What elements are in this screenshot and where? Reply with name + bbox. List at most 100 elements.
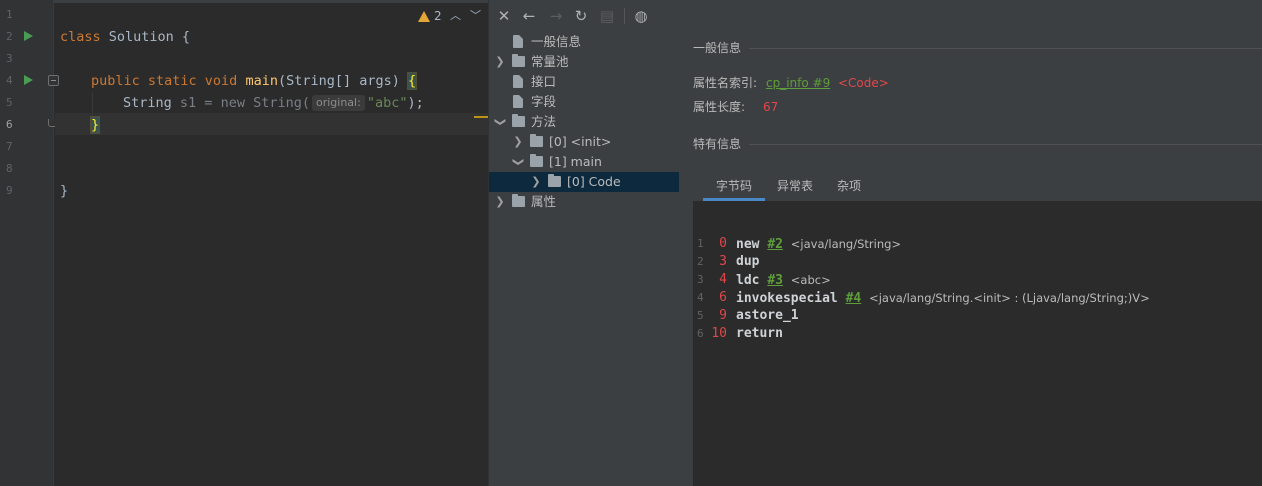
- opcode: ldc: [736, 273, 760, 288]
- attr-name-value: <Code>: [838, 76, 889, 90]
- attr-name-label: 属性名索引:: [693, 76, 758, 90]
- line-number: 6: [6, 118, 13, 131]
- run-class-icon[interactable]: [24, 31, 33, 41]
- chevron-right-icon[interactable]: ❯: [494, 52, 506, 72]
- matched-brace: }: [89, 116, 101, 134]
- line-number: 2: [6, 30, 13, 43]
- tree-item-methods[interactable]: ❯ 方法: [489, 112, 679, 132]
- section-divider: [749, 48, 1262, 49]
- bytecode-line-number: 3: [697, 273, 704, 286]
- chevron-down-icon[interactable]: ❯: [490, 116, 510, 128]
- bytecode-listing[interactable]: 1 0 new #2 <java/lang/String> 2 3 dup 3 …: [693, 201, 1262, 486]
- opcode: dup: [736, 254, 760, 269]
- constant-ref-link[interactable]: #3: [767, 273, 783, 288]
- close-icon[interactable]: ✕: [495, 7, 513, 25]
- code-line-6[interactable]: }: [89, 114, 101, 136]
- file-icon: [513, 35, 523, 48]
- file-icon: [513, 75, 523, 88]
- indent-guide: [92, 92, 93, 114]
- bytecode-instruction: dup: [736, 253, 759, 271]
- tree-item-general[interactable]: 一般信息: [489, 32, 679, 52]
- tree-item-method-init[interactable]: ❯ [0] <init>: [489, 132, 679, 152]
- tree-item-fields[interactable]: 字段: [489, 92, 679, 112]
- refresh-icon[interactable]: ↻: [572, 7, 590, 25]
- chevron-right-icon[interactable]: ❯: [494, 192, 506, 212]
- chevron-up-icon[interactable]: ︿: [450, 8, 461, 24]
- chevron-right-icon[interactable]: ❯: [530, 172, 542, 192]
- tree-item-attributes[interactable]: ❯ 属性: [489, 192, 679, 212]
- bytecode-line-number: 2: [697, 255, 704, 268]
- class-structure-tree: 一般信息 ❯ 常量池 接口 字段 ❯ 方法 ❯ [0] <init> ❯ [1]…: [489, 32, 679, 486]
- code-line-2[interactable]: class Solution {: [60, 26, 190, 48]
- warning-count: 2: [434, 9, 442, 23]
- tree-item-label: 字段: [531, 94, 557, 109]
- save-icon[interactable]: ▤: [598, 7, 616, 25]
- code-line-9[interactable]: }: [60, 180, 68, 202]
- fold-open-icon[interactable]: [48, 75, 59, 86]
- line-number: 3: [6, 52, 13, 65]
- operand-comment: <java/lang/String.<init> : (Ljava/lang/S…: [869, 291, 1150, 305]
- tree-item-label: [0] Code: [567, 174, 621, 189]
- keyword: class: [60, 29, 101, 45]
- tree-item-method-main[interactable]: ❯ [1] main: [489, 152, 679, 172]
- code-editor[interactable]: 1 2 3 4 5 6 7 8 9 class Solution { publi…: [0, 0, 488, 486]
- bytecode-instruction: return: [736, 325, 783, 343]
- method-name: main: [245, 73, 278, 89]
- operand-comment: <abc>: [790, 273, 831, 287]
- tree-item-label: 一般信息: [531, 34, 582, 49]
- arrow-right-icon[interactable]: →: [547, 7, 565, 25]
- tree-item-code[interactable]: ❯ [0] Code: [489, 172, 679, 192]
- file-icon: [513, 95, 523, 108]
- code-line-4[interactable]: public static void main(String[] args) {: [91, 70, 418, 92]
- opcode: return: [736, 326, 783, 341]
- folder-icon: [530, 134, 543, 147]
- arrow-left-icon[interactable]: ←: [520, 7, 538, 25]
- bytecode-instruction: new #2 <java/lang/String>: [736, 235, 901, 254]
- constant-ref-link[interactable]: #2: [767, 237, 783, 252]
- code-text: Solution {: [100, 29, 191, 45]
- toolbar-separator: [624, 8, 625, 24]
- error-stripe-mark[interactable]: [474, 116, 488, 118]
- tab-misc[interactable]: 杂项: [825, 174, 873, 201]
- bytecode-line-number: 6: [697, 327, 704, 340]
- viewer-toolbar: ✕ ← → ↻ ▤ ◍: [489, 0, 1262, 32]
- opcode: astore_1: [736, 308, 799, 323]
- bytecode-row: 6 10 return: [693, 325, 1262, 343]
- operand-comment: <java/lang/String>: [790, 237, 902, 251]
- bytecode-offset: 10: [711, 326, 727, 341]
- code-text: =: [196, 95, 221, 111]
- tree-item-constant-pool[interactable]: ❯ 常量池: [489, 52, 679, 72]
- bytecode-offset: 3: [719, 254, 727, 269]
- tab-bytecode[interactable]: 字节码: [703, 174, 765, 201]
- code-line-5[interactable]: String s1 = new String(original: "abc");: [123, 92, 424, 114]
- attr-length-label: 属性长度:: [693, 100, 746, 114]
- attr-length-value: 67: [763, 100, 779, 114]
- globe-icon[interactable]: ◍: [632, 7, 650, 25]
- bytecode-instruction: invokespecial #4 <java/lang/String.<init…: [736, 289, 1150, 308]
- tree-item-label: [1] main: [549, 154, 602, 169]
- parameter-hint: original:: [311, 95, 365, 111]
- string-literal: "abc": [366, 95, 408, 111]
- folder-icon: [512, 194, 525, 207]
- chevron-down-icon[interactable]: ﹀: [470, 8, 481, 24]
- folder-icon: [512, 54, 525, 67]
- run-main-icon[interactable]: [24, 75, 33, 85]
- warning-icon: [418, 10, 430, 22]
- matched-brace: {: [406, 72, 418, 90]
- inspection-widget[interactable]: 2: [418, 8, 442, 24]
- constant-ref-link[interactable]: #4: [846, 291, 862, 306]
- code-text: String(: [244, 95, 310, 111]
- keyword: public static void: [91, 73, 238, 89]
- bytecode-offset: 0: [719, 236, 727, 251]
- tab-exception-table[interactable]: 异常表: [765, 174, 825, 201]
- tree-item-interfaces[interactable]: 接口: [489, 72, 679, 92]
- line-number: 9: [6, 184, 13, 197]
- code-text: );: [407, 95, 424, 111]
- line-number: 5: [6, 96, 13, 109]
- chevron-right-icon[interactable]: ❯: [512, 132, 524, 152]
- chevron-down-icon[interactable]: ❯: [508, 156, 528, 168]
- opcode: invokespecial: [736, 291, 838, 306]
- bytecode-row: 1 0 new #2 <java/lang/String>: [693, 235, 1262, 253]
- section-divider: [749, 144, 1262, 145]
- cp-info-link[interactable]: cp_info #9: [766, 75, 830, 91]
